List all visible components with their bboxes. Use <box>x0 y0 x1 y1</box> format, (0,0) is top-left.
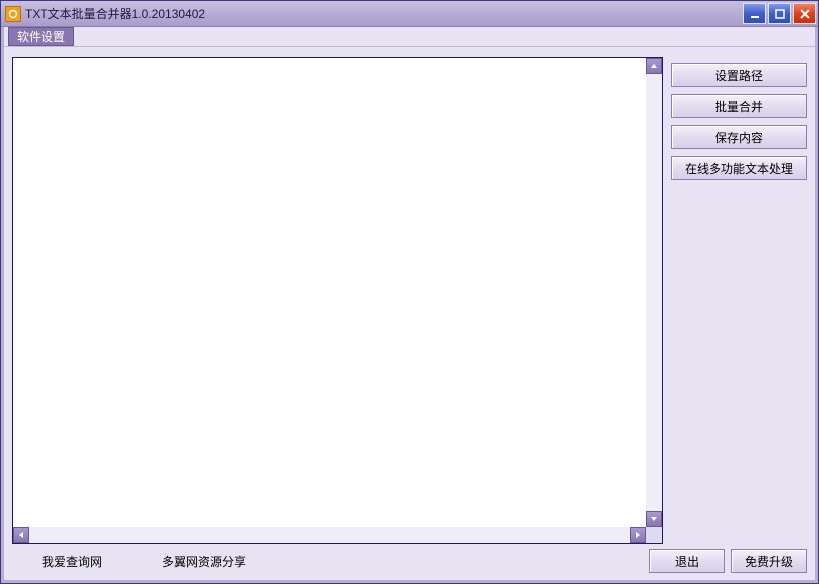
titlebar[interactable]: TXT文本批量合并器1.0.20130402 <box>1 1 818 27</box>
scroll-down-button[interactable] <box>646 511 662 527</box>
minimize-button[interactable] <box>743 3 766 24</box>
menu-settings[interactable]: 软件设置 <box>8 27 74 46</box>
scroll-left-button[interactable] <box>13 527 29 543</box>
window-title: TXT文本批量合并器1.0.20130402 <box>25 5 205 22</box>
client-area: 设置路径 批量合并 保存内容 在线多功能文本处理 我爱查询网 多翼网资源分享 退… <box>4 47 815 580</box>
textarea-content[interactable] <box>13 58 646 527</box>
maximize-button[interactable] <box>768 3 791 24</box>
save-content-button[interactable]: 保存内容 <box>671 125 807 149</box>
close-button[interactable] <box>793 3 816 24</box>
scroll-right-button[interactable] <box>630 527 646 543</box>
vertical-scrollbar[interactable] <box>646 58 662 527</box>
scroll-corner <box>646 527 662 543</box>
menubar: 软件设置 <box>4 27 815 47</box>
footer-link-2[interactable]: 多翼网资源分享 <box>162 553 246 570</box>
set-path-button[interactable]: 设置路径 <box>671 63 807 87</box>
online-tool-button[interactable]: 在线多功能文本处理 <box>671 156 807 180</box>
exit-button[interactable]: 退出 <box>649 549 725 573</box>
footer: 我爱查询网 多翼网资源分享 退出 免费升级 <box>4 548 815 580</box>
batch-merge-button[interactable]: 批量合并 <box>671 94 807 118</box>
side-panel: 设置路径 批量合并 保存内容 在线多功能文本处理 <box>671 57 807 544</box>
scroll-up-button[interactable] <box>646 58 662 74</box>
main-textarea[interactable] <box>12 57 663 544</box>
vscroll-track[interactable] <box>646 74 662 511</box>
upgrade-button[interactable]: 免费升级 <box>731 549 807 573</box>
hscroll-track[interactable] <box>29 527 630 543</box>
horizontal-scrollbar[interactable] <box>13 527 646 543</box>
footer-link-1[interactable]: 我爱查询网 <box>42 553 102 570</box>
app-icon <box>5 6 21 22</box>
app-window: TXT文本批量合并器1.0.20130402 软件设置 <box>0 0 819 584</box>
